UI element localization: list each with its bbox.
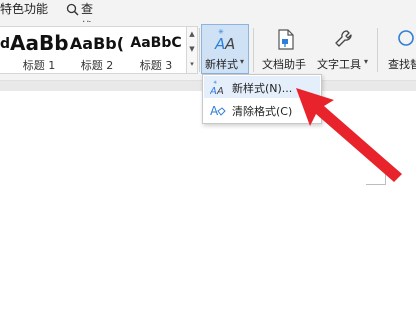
scroll-up-icon[interactable]: ▲ xyxy=(187,27,197,42)
text-tools-label: 文字工具 xyxy=(317,58,361,71)
dropdown-arrow-icon: ▾ xyxy=(240,57,245,66)
divider xyxy=(199,28,200,72)
find-replace-label: 查找替 xyxy=(388,58,416,71)
style-label: 标题 2 xyxy=(80,59,114,72)
features-menu-label: 特色功能 xyxy=(0,2,49,16)
style-preview: AaBbC xyxy=(130,35,182,51)
dropdown-arrow-icon: ▾ xyxy=(364,57,369,66)
new-style-icon: ✳ A A xyxy=(214,28,235,52)
style-label: 标题 1 xyxy=(22,59,56,72)
svg-text:A: A xyxy=(214,35,225,52)
menu-item-label: 新样式(N)... xyxy=(232,82,293,95)
style-preview: d xyxy=(0,36,10,52)
annotation-arrow-icon xyxy=(296,88,402,182)
clear-format-icon: A xyxy=(210,104,226,118)
find-icon xyxy=(398,30,414,46)
gallery-expand-icon[interactable]: ▾ xyxy=(187,57,197,72)
new-style-icon: ✳ A A xyxy=(210,80,224,95)
menu-bar: 特色功能 查找 xyxy=(0,0,416,34)
menu-item-label: 清除格式(C) xyxy=(232,105,293,118)
doc-assistant-button[interactable]: 文档助手 xyxy=(260,24,310,74)
gallery-scroller: ▲ ▼ ▾ xyxy=(186,26,198,74)
style-item-heading-3[interactable]: AaBbC 标题 3 xyxy=(126,27,186,73)
svg-text:A: A xyxy=(210,86,217,95)
new-style-label: 新样式 xyxy=(205,58,238,71)
style-item-normal[interactable]: d xyxy=(0,27,10,73)
text-tools-button[interactable]: 文字工具 ▾ xyxy=(313,24,373,74)
divider xyxy=(253,28,254,72)
features-menu[interactable]: 特色功能 xyxy=(0,0,48,22)
doc-assistant-label: 文档助手 xyxy=(262,58,306,71)
styles-gallery: d AaBb 标题 1 AaBb( 标题 2 AaBbC 标题 3 xyxy=(0,26,187,74)
search-icon xyxy=(66,3,79,16)
style-item-heading-1[interactable]: AaBb 标题 1 xyxy=(10,27,68,73)
wrench-icon xyxy=(335,30,352,47)
new-style-button[interactable]: ✳ A A 新样式 ▾ xyxy=(201,24,249,74)
document-assistant-icon xyxy=(278,29,294,50)
style-item-heading-2[interactable]: AaBb( 标题 2 xyxy=(68,27,126,73)
svg-text:A: A xyxy=(224,35,235,52)
style-label: 标题 3 xyxy=(139,59,173,72)
svg-text:A: A xyxy=(216,86,224,95)
divider xyxy=(377,28,378,72)
style-preview: AaBb( xyxy=(69,34,125,53)
find-replace-button[interactable]: 查找替 xyxy=(384,24,416,74)
scroll-down-icon[interactable]: ▼ xyxy=(187,42,197,57)
style-preview: AaBb xyxy=(10,31,68,55)
